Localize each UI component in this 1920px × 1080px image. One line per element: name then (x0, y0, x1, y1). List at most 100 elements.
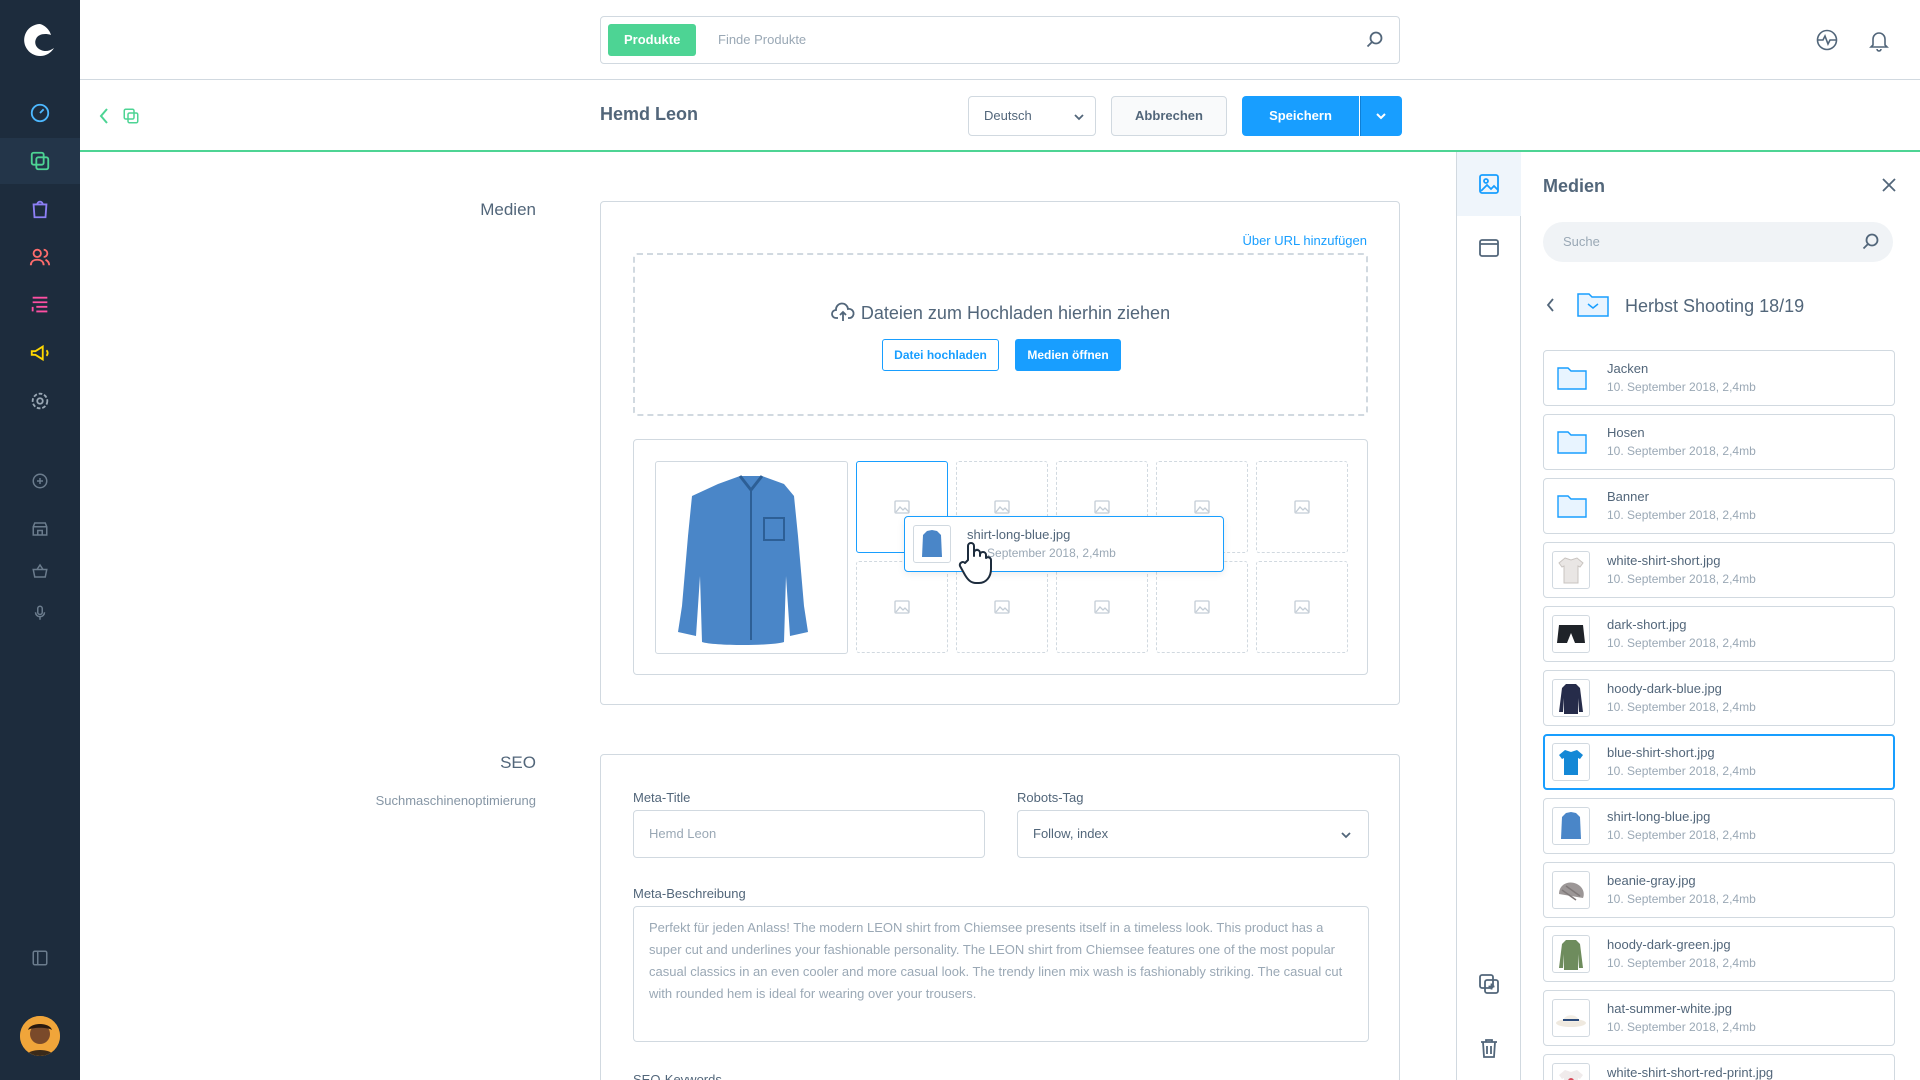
search-type-tag[interactable]: Produkte (608, 24, 697, 56)
upload-file-button[interactable]: Datei hochladen (882, 339, 999, 371)
cancel-button[interactable]: Abbrechen (1111, 96, 1227, 136)
dropzone-label: Dateien zum Hochladen hierhin ziehen (860, 303, 1171, 323)
image-placeholder-icon (1094, 600, 1110, 614)
upload-dropzone[interactable]: Dateien zum Hochladen hierhin ziehen Dat… (633, 253, 1368, 416)
collapse-sidebar-icon[interactable] (0, 935, 80, 981)
cover-image[interactable] (655, 461, 848, 654)
layout-tab[interactable] (1457, 216, 1521, 280)
media-slot[interactable] (1156, 561, 1248, 653)
image-icon (1479, 174, 1499, 194)
media-item-name: beanie-gray.jpg (1607, 873, 1696, 888)
image-placeholder-icon (1094, 500, 1110, 514)
media-thumbnail (1552, 679, 1590, 717)
notification-bell-icon[interactable] (1867, 28, 1891, 52)
content-nav-icon[interactable] (0, 282, 80, 328)
media-item-meta: 10. September 2018, 2,4mb (1607, 700, 1756, 714)
language-select[interactable]: Deutsch (968, 96, 1096, 136)
customers-nav-icon[interactable] (0, 234, 80, 280)
media-item-name: white-shirt-short-red-print.jpg (1607, 1065, 1774, 1080)
activity-icon[interactable] (1815, 28, 1839, 52)
media-file-item[interactable]: dark-short.jpg 10. September 2018, 2,4mb (1543, 606, 1895, 662)
seo-card: Meta-Title Hemd Leon Robots-Tag Follow, … (600, 754, 1400, 1080)
media-file-item[interactable]: hoody-dark-green.jpg 10. September 2018,… (1543, 926, 1895, 982)
search-input[interactable]: Finde Produkte (718, 17, 806, 63)
media-tab[interactable] (1457, 152, 1521, 216)
media-item-name: shirt-long-blue.jpg (1607, 809, 1711, 824)
gray-beanie-thumbnail (1559, 882, 1584, 901)
orders-nav-icon[interactable] (0, 186, 80, 232)
add-nav-icon[interactable] (0, 458, 80, 504)
search-icon[interactable] (1861, 232, 1881, 252)
blue-shirt-thumbnail (1559, 750, 1583, 775)
blue-long-shirt-thumbnail (1561, 812, 1581, 839)
media-folder-item[interactable]: Banner 10. September 2018, 2,4mb (1543, 478, 1895, 534)
media-item-meta: 10. September 2018, 2,4mb (1607, 1020, 1756, 1034)
media-file-item[interactable]: white-shirt-short.jpg 10. September 2018… (1543, 542, 1895, 598)
window-icon (1479, 239, 1499, 257)
delete-tab[interactable] (1457, 1016, 1521, 1080)
robots-tag-select[interactable]: Follow, index (1017, 810, 1369, 858)
microphone-nav-icon[interactable] (0, 590, 80, 636)
products-nav-icon[interactable] (0, 138, 80, 184)
basket-nav-icon[interactable] (0, 548, 80, 594)
meta-description-textarea[interactable]: Perfekt für jeden Anlass! The modern LEO… (633, 906, 1369, 1042)
shopware-logo[interactable] (20, 20, 60, 60)
media-file-item[interactable]: white-shirt-short-red-print.jpg (1543, 1054, 1895, 1080)
dashboard-nav-icon[interactable] (0, 90, 80, 136)
save-button[interactable]: Speichern (1242, 96, 1359, 136)
duplicate-tab[interactable] (1457, 952, 1521, 1016)
image-placeholder-icon (994, 500, 1010, 514)
media-thumbnail (1552, 1063, 1590, 1080)
dropzone-text: Dateien zum Hochladen hierhin ziehen (635, 301, 1366, 324)
media-folder-item[interactable]: Jacken 10. September 2018, 2,4mb (1543, 350, 1895, 406)
back-arrow-icon[interactable] (98, 107, 110, 125)
media-file-item[interactable]: blue-shirt-short.jpg 10. September 2018,… (1543, 734, 1895, 790)
back-chevron-icon[interactable] (1545, 297, 1557, 313)
language-select-value: Deutsch (984, 108, 1032, 123)
robots-tag-value: Follow, index (1033, 826, 1109, 841)
media-item-name: white-shirt-short.jpg (1607, 553, 1721, 568)
media-item-meta: 10. September 2018, 2,4mb (1607, 636, 1756, 650)
media-item-name: hoody-dark-blue.jpg (1607, 681, 1722, 696)
media-slot[interactable] (1056, 561, 1148, 653)
media-item-meta: 10. September 2018, 2,4mb (1607, 572, 1756, 586)
media-file-item[interactable]: shirt-long-blue.jpg 10. September 2018, … (1543, 798, 1895, 854)
media-file-item[interactable]: hat-summer-white.jpg 10. September 2018,… (1543, 990, 1895, 1046)
media-slot[interactable] (856, 561, 948, 653)
global-search[interactable]: Produkte Finde Produkte (600, 16, 1400, 64)
meta-title-input[interactable]: Hemd Leon (633, 810, 985, 858)
media-item-name: dark-short.jpg (1607, 617, 1687, 632)
dragged-media-item[interactable]: shirt-long-blue.jpg 10. September 2018, … (904, 516, 1224, 572)
search-icon[interactable] (1365, 30, 1385, 50)
add-via-url-link[interactable]: Über URL hinzufügen (1242, 233, 1367, 248)
main-navigation (0, 0, 80, 1080)
open-media-button[interactable]: Medien öffnen (1015, 339, 1121, 371)
store-nav-icon[interactable] (0, 506, 80, 552)
media-slot[interactable] (1256, 461, 1348, 553)
close-icon[interactable] (1881, 177, 1897, 193)
media-slot[interactable] (1256, 561, 1348, 653)
media-folder-item[interactable]: Hosen 10. September 2018, 2,4mb (1543, 414, 1895, 470)
drag-thumbnail (913, 525, 951, 563)
media-item-name: hat-summer-white.jpg (1607, 1001, 1732, 1016)
media-search-input[interactable]: Suche (1543, 222, 1893, 262)
save-options-button[interactable] (1360, 96, 1402, 136)
image-placeholder-icon (894, 500, 910, 514)
shirt-thumbnail (922, 530, 942, 557)
media-item-meta: 10. September 2018, 2,4mb (1607, 508, 1756, 522)
media-section-label: Medien (480, 200, 536, 219)
media-thumbnail (1552, 551, 1590, 589)
media-file-item[interactable]: hoody-dark-blue.jpg 10. September 2018, … (1543, 670, 1895, 726)
white-shirt-thumbnail (1558, 557, 1584, 584)
smart-bar: Hemd Leon Deutsch Abbrechen Speichern (80, 80, 1920, 152)
current-folder-title: Herbst Shooting 18/19 (1625, 296, 1805, 316)
media-item-meta: 10. September 2018, 2,4mb (1607, 956, 1756, 970)
media-item-name: Hosen (1607, 425, 1645, 440)
media-item-meta: 10. September 2018, 2,4mb (1607, 764, 1756, 778)
settings-nav-icon[interactable] (0, 378, 80, 424)
user-avatar[interactable] (20, 1016, 60, 1056)
media-file-item[interactable]: beanie-gray.jpg 10. September 2018, 2,4m… (1543, 862, 1895, 918)
image-placeholder-icon (1294, 500, 1310, 514)
seo-keywords-label: SEO-Keywords (633, 1072, 722, 1080)
marketing-nav-icon[interactable] (0, 330, 80, 376)
